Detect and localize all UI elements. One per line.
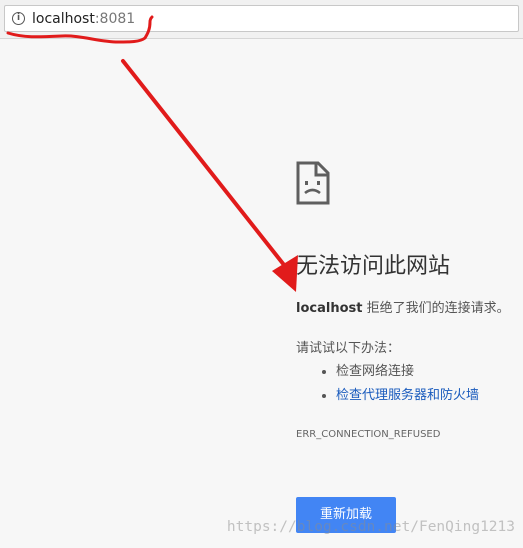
reload-button[interactable]: 重新加载 <box>296 497 396 533</box>
sad-page-icon <box>296 161 330 205</box>
suggestions-heading: 请试试以下办法： <box>296 341 401 356</box>
suggestion-check-proxy-firewall[interactable]: 检查代理服务器和防火墙 <box>336 384 479 408</box>
error-title: 无法访问此网站 <box>296 254 451 279</box>
annotation-arrow-shaft <box>121 59 290 272</box>
error-message-host: localhost <box>296 301 363 316</box>
omnibox[interactable]: i localhost:8081 <box>4 5 519 32</box>
url-text[interactable]: localhost:8081 <box>32 10 135 28</box>
suggestions-list: 检查网络连接 检查代理服务器和防火墙 <box>296 360 479 408</box>
annotation-arrow-head <box>272 255 298 292</box>
suggestion-check-network: 检查网络连接 <box>336 360 479 384</box>
url-host: localhost <box>32 11 95 27</box>
info-icon[interactable]: i <box>12 12 25 25</box>
suggestion-check-network-label: 检查网络连接 <box>336 364 415 379</box>
error-code: ERR_CONNECTION_REFUSED <box>296 429 441 440</box>
address-bar: i localhost:8081 <box>0 0 523 39</box>
error-message: localhost 拒绝了我们的连接请求。 <box>296 299 510 319</box>
suggestion-check-proxy-firewall-link[interactable]: 检查代理服务器和防火墙 <box>336 388 479 403</box>
error-message-text: 拒绝了我们的连接请求。 <box>362 301 510 316</box>
url-port: :8081 <box>94 11 136 27</box>
